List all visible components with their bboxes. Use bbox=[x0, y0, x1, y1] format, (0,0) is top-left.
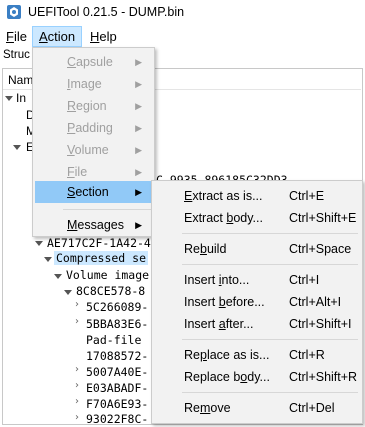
menu-help[interactable]: Help bbox=[84, 26, 123, 47]
section-submenu: Extract as is... Ctrl+E Extract body... … bbox=[151, 180, 363, 424]
menu-file[interactable]: File bbox=[0, 26, 33, 47]
menu-item-image[interactable]: Image ▶ bbox=[35, 73, 152, 95]
menu-help-label: elp bbox=[99, 29, 117, 44]
menu-item-label: Section bbox=[67, 185, 109, 199]
menu-item-file[interactable]: File ▶ bbox=[35, 161, 152, 183]
expand-arrow-icon[interactable] bbox=[44, 257, 52, 262]
expand-arrow-icon[interactable] bbox=[64, 290, 72, 295]
tree-node[interactable]: Volume image bbox=[66, 268, 149, 282]
structure-label: Struc bbox=[3, 49, 30, 61]
menu-item-shortcut: Ctrl+Del bbox=[289, 401, 335, 415]
collapse-arrow-icon[interactable]: › bbox=[75, 412, 79, 423]
menu-item-replace-body[interactable]: Replace body... Ctrl+Shift+R bbox=[154, 366, 360, 388]
tree-node[interactable]: 5007A40E- bbox=[86, 365, 148, 379]
expand-arrow-icon[interactable] bbox=[5, 96, 13, 101]
menu-separator bbox=[63, 209, 151, 210]
submenu-arrow-icon: ▶ bbox=[135, 187, 142, 197]
menu-item-shortcut: Ctrl+Shift+I bbox=[289, 317, 352, 331]
menu-item-remove[interactable]: Remove Ctrl+Del bbox=[154, 397, 360, 419]
menu-item-label: File bbox=[67, 165, 88, 179]
tree-node[interactable]: 17088572- bbox=[86, 349, 148, 363]
tree-node[interactable]: 93022F8C- bbox=[86, 412, 148, 426]
tree-node[interactable]: Pad-file bbox=[86, 333, 141, 347]
menu-item-padding[interactable]: Padding ▶ bbox=[35, 117, 152, 139]
menu-item-label: Image bbox=[67, 77, 102, 91]
menu-item-extract-body[interactable]: Extract body... Ctrl+Shift+E bbox=[154, 207, 360, 229]
tree-node[interactable]: In bbox=[16, 91, 26, 105]
menu-separator bbox=[182, 233, 358, 234]
menu-item-shortcut: Ctrl+Space bbox=[289, 242, 352, 256]
menu-item-label: Replace body... bbox=[184, 370, 270, 384]
expand-arrow-icon[interactable] bbox=[35, 241, 43, 246]
menu-separator bbox=[182, 339, 358, 340]
menu-bar: File Action Help bbox=[0, 26, 365, 47]
submenu-arrow-icon: ▶ bbox=[135, 167, 142, 177]
tree-node-selected[interactable]: Compressed se bbox=[54, 251, 149, 265]
menu-item-label: Replace as is... bbox=[184, 348, 270, 362]
expand-arrow-icon[interactable] bbox=[54, 274, 62, 279]
menu-item-shortcut: Ctrl+R bbox=[289, 348, 325, 362]
menu-item-label: Volume bbox=[67, 143, 109, 157]
tree-node[interactable]: 8C8CE578-8 bbox=[76, 284, 145, 298]
collapse-arrow-icon[interactable]: › bbox=[75, 316, 79, 327]
menu-item-label: Region bbox=[67, 99, 107, 113]
menu-action-accesskey: A bbox=[39, 29, 48, 44]
menu-item-label: Insert after... bbox=[184, 317, 254, 331]
menu-item-insert-before[interactable]: Insert before... Ctrl+Alt+I bbox=[154, 291, 360, 313]
submenu-arrow-icon: ▶ bbox=[135, 123, 142, 133]
submenu-arrow-icon: ▶ bbox=[135, 57, 142, 67]
name-column-header[interactable]: Nam bbox=[8, 73, 33, 87]
menu-item-messages[interactable]: Messages ▶ bbox=[35, 214, 152, 236]
menu-item-label: Extract body... bbox=[184, 211, 263, 225]
menu-item-label: Rebuild bbox=[184, 242, 227, 256]
menu-item-shortcut: Ctrl+Alt+I bbox=[289, 295, 342, 309]
collapse-arrow-icon[interactable]: › bbox=[75, 380, 79, 391]
menu-file-label: ile bbox=[13, 29, 27, 44]
submenu-arrow-icon: ▶ bbox=[135, 220, 142, 230]
menu-separator bbox=[182, 392, 358, 393]
tree-node[interactable]: 5C266089- bbox=[86, 300, 148, 314]
action-menu: Capsule ▶ Image ▶ Region ▶ Padding ▶ Vol… bbox=[32, 47, 155, 237]
menu-help-accesskey: H bbox=[90, 29, 100, 44]
menu-item-section[interactable]: Section ▶ bbox=[35, 181, 152, 203]
menu-item-label: Insert into... bbox=[184, 273, 250, 287]
menu-item-label: Remove bbox=[184, 401, 231, 415]
collapse-arrow-icon[interactable]: › bbox=[75, 364, 79, 375]
tree-node[interactable]: E03ABADF- bbox=[86, 381, 148, 395]
app-icon bbox=[7, 5, 21, 19]
menu-item-label: Messages bbox=[67, 218, 124, 232]
menu-item-insert-into[interactable]: Insert into... Ctrl+I bbox=[154, 269, 360, 291]
menu-item-rebuild[interactable]: Rebuild Ctrl+Space bbox=[154, 238, 360, 260]
menu-item-shortcut: Ctrl+E bbox=[289, 189, 325, 203]
menu-item-volume[interactable]: Volume ▶ bbox=[35, 139, 152, 161]
tree-node[interactable]: 5BBA83E6- bbox=[86, 317, 148, 331]
tree-node[interactable]: F70A6E93- bbox=[86, 397, 148, 411]
submenu-arrow-icon: ▶ bbox=[135, 101, 142, 111]
submenu-arrow-icon: ▶ bbox=[135, 79, 142, 89]
window-title: UEFITool 0.21.5 - DUMP.bin bbox=[28, 5, 185, 19]
expand-arrow-icon[interactable] bbox=[13, 145, 21, 150]
collapse-arrow-icon[interactable]: › bbox=[75, 299, 79, 310]
menu-item-label: Extract as is... bbox=[184, 189, 263, 203]
menu-action[interactable]: Action bbox=[32, 26, 83, 47]
tree-node[interactable]: AE717C2F-1A42-4 bbox=[47, 236, 151, 250]
menu-item-label: Capsule bbox=[67, 55, 113, 69]
menu-item-shortcut: Ctrl+Shift+E bbox=[289, 211, 357, 225]
menu-item-shortcut: Ctrl+Shift+R bbox=[289, 370, 358, 384]
menu-item-replace-as-is[interactable]: Replace as is... Ctrl+R bbox=[154, 344, 360, 366]
menu-item-label: Padding bbox=[67, 121, 113, 135]
menu-item-capsule[interactable]: Capsule ▶ bbox=[35, 51, 152, 73]
collapse-arrow-icon[interactable]: › bbox=[75, 396, 79, 407]
menu-item-insert-after[interactable]: Insert after... Ctrl+Shift+I bbox=[154, 313, 360, 335]
menu-separator bbox=[182, 264, 358, 265]
menu-item-region[interactable]: Region ▶ bbox=[35, 95, 152, 117]
menu-item-extract-as-is[interactable]: Extract as is... Ctrl+E bbox=[154, 185, 360, 207]
submenu-arrow-icon: ▶ bbox=[135, 145, 142, 155]
menu-file-accesskey: F bbox=[6, 29, 14, 44]
menu-item-label: Insert before... bbox=[184, 295, 265, 309]
menu-item-shortcut: Ctrl+I bbox=[289, 273, 320, 287]
menu-action-label: ction bbox=[47, 29, 76, 44]
